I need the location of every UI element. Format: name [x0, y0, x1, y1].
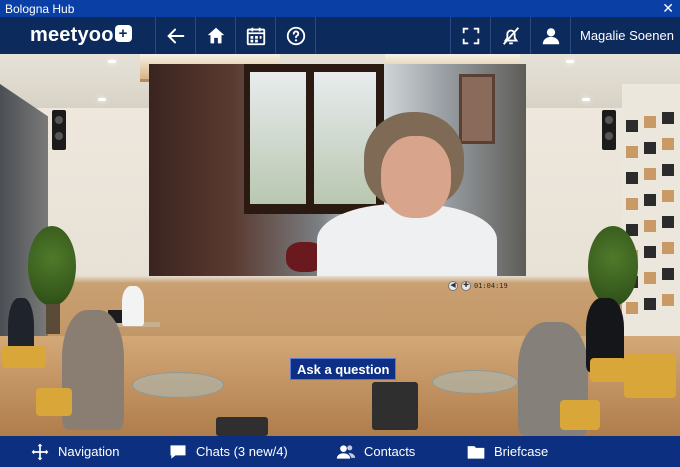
- wall-tile: [644, 298, 656, 310]
- ceiling-light: [98, 98, 106, 101]
- video-controls: ◀ ✚ 01:04:19: [448, 280, 508, 291]
- window: [244, 64, 384, 214]
- chats-button[interactable]: Chats (3 new/4): [168, 436, 288, 467]
- home-button[interactable]: [195, 17, 235, 54]
- window-title: Bologna Hub: [5, 2, 75, 16]
- settings-icon[interactable]: ✚: [461, 280, 471, 291]
- user-icon: [542, 27, 559, 44]
- fullscreen-button[interactable]: [450, 17, 490, 54]
- video-stream[interactable]: [149, 64, 526, 276]
- calendar-icon: [246, 27, 265, 45]
- folder-icon: [467, 445, 485, 459]
- lounge-chair: [560, 400, 600, 430]
- cube-stool: [372, 382, 418, 430]
- lounge-chair: [2, 346, 46, 368]
- move-icon: [31, 443, 49, 460]
- presenter-face: [381, 136, 451, 218]
- wall-tile: [662, 138, 674, 150]
- navigation-label: Navigation: [58, 444, 120, 459]
- notifications-off-icon: [502, 26, 519, 45]
- coffee-table: [432, 370, 518, 394]
- wall-tile: [662, 242, 674, 254]
- ceiling-light: [108, 60, 116, 63]
- wall-tile: [644, 116, 656, 128]
- contacts-icon: [336, 444, 356, 459]
- wall-tile: [626, 302, 638, 314]
- chat-icon: [170, 444, 186, 459]
- back-button[interactable]: [155, 17, 195, 54]
- wall-tile: [662, 112, 674, 124]
- user-name[interactable]: Magalie Soenen: [580, 28, 674, 43]
- wall-speaker: [602, 110, 616, 150]
- ceiling-light: [582, 98, 590, 101]
- profile-button[interactable]: [530, 17, 570, 54]
- wall-tile: [644, 272, 656, 284]
- plant-pot: [46, 304, 60, 334]
- plant: [28, 226, 76, 306]
- nav-separator: [315, 17, 316, 54]
- wall-tile: [626, 198, 638, 210]
- wall-tile: [626, 146, 638, 158]
- navigation-button[interactable]: Navigation: [30, 436, 119, 467]
- wall-speaker: [52, 110, 66, 150]
- contacts-label: Contacts: [364, 444, 416, 459]
- home-icon: [207, 27, 224, 43]
- bottom-toolbar: Navigation Chats (3 new/4) Contacts Brie…: [0, 436, 680, 467]
- wall-tile: [662, 190, 674, 202]
- wall-tile: [662, 216, 674, 228]
- help-icon: [286, 26, 305, 45]
- plant: [588, 226, 638, 306]
- wall-tile: [662, 294, 674, 306]
- briefcase-button[interactable]: Briefcase: [466, 436, 548, 467]
- coffee-table: [132, 372, 224, 398]
- volume-icon[interactable]: ◀: [448, 280, 458, 291]
- wall-tile: [662, 268, 674, 280]
- wall-tile: [644, 246, 656, 258]
- window-title-bar: Bologna Hub ✕: [0, 0, 680, 17]
- ask-question-button[interactable]: Ask a question: [290, 358, 397, 380]
- help-button[interactable]: [275, 17, 315, 54]
- nav-separator: [570, 17, 571, 54]
- briefcase-label: Briefcase: [494, 444, 549, 459]
- wall-tile: [626, 172, 638, 184]
- notifications-button[interactable]: [490, 17, 530, 54]
- chats-label: Chats (3 new/4): [196, 444, 288, 459]
- lounge-chair: [590, 358, 626, 382]
- wall-tile: [644, 168, 656, 180]
- back-arrow-icon: [166, 28, 184, 43]
- wall-tile: [644, 194, 656, 206]
- wall-tile: [626, 120, 638, 132]
- avatar-person: [122, 286, 144, 326]
- top-navigation: meetyoo + Magalie Soenen: [0, 17, 680, 54]
- wall-tile: [644, 220, 656, 232]
- wall-tile: [662, 164, 674, 176]
- calendar-button[interactable]: [235, 17, 275, 54]
- lounge-chair: [36, 388, 72, 416]
- video-time: 01:04:19: [474, 281, 508, 290]
- wall-tile: [644, 142, 656, 154]
- lounge-chair: [624, 354, 676, 398]
- close-icon[interactable]: ✕: [662, 0, 674, 17]
- ceiling-light: [566, 60, 574, 63]
- fullscreen-icon: [462, 27, 479, 44]
- contacts-button[interactable]: Contacts: [336, 436, 415, 467]
- meetyoo-logo: meetyoo +: [30, 24, 132, 47]
- cube-stool: [216, 417, 268, 436]
- wall-picture: [459, 74, 495, 144]
